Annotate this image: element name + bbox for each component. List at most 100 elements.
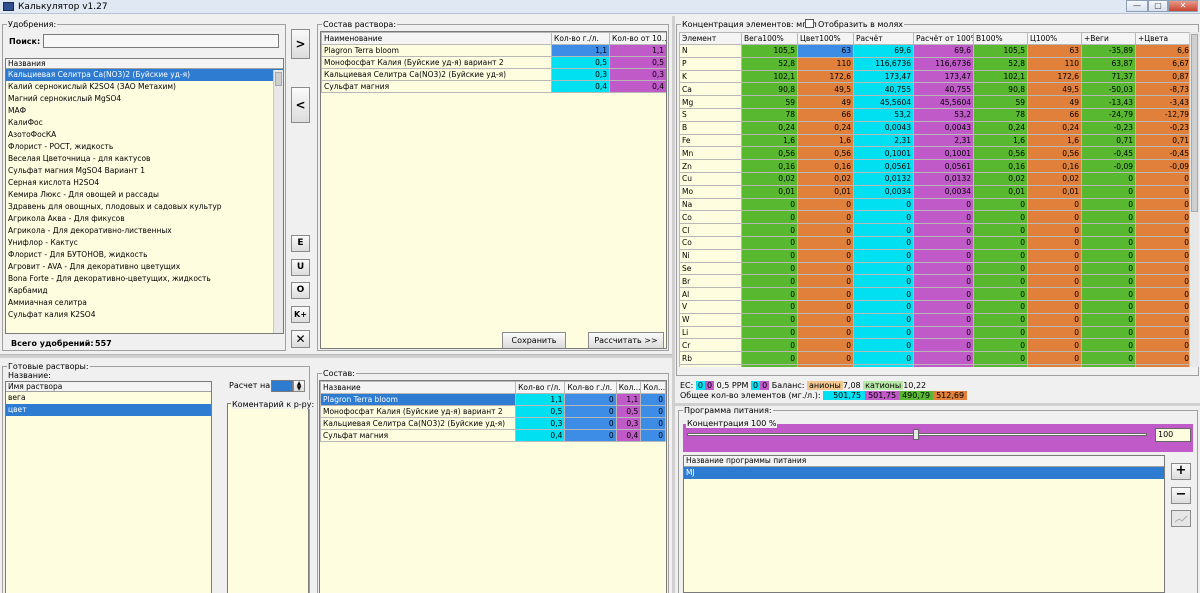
horizontal-splitter[interactable] (0, 354, 672, 358)
list-item[interactable]: МАФ (6, 105, 283, 117)
add-program-button[interactable]: + (1171, 463, 1191, 480)
table-cell[interactable]: 0,5 (609, 56, 666, 69)
table-cell: 0,24 (797, 120, 854, 135)
sostav-column-header[interactable]: Кол-во г/л. (515, 381, 566, 394)
list-item[interactable]: АзотоФосКА (6, 129, 283, 141)
u-button[interactable]: U (291, 259, 310, 276)
sostav-column-header[interactable]: Кол... (640, 381, 666, 394)
comment-box[interactable]: Коментарий к р-ру: (227, 400, 316, 593)
list-item[interactable]: Bona Forte - Для декоративно-цветущих, ж… (6, 273, 283, 285)
calc-for-input[interactable] (271, 380, 293, 392)
table-cell[interactable]: 0,3 (551, 68, 610, 81)
k-plus-button[interactable]: K+ (291, 306, 310, 323)
concentration-column-header[interactable]: +Цвета (1135, 32, 1189, 45)
table-row[interactable]: Монофосфат Калия (Буйские уд-я) вариант … (321, 56, 666, 69)
concentration-column-header[interactable]: Элемент (679, 32, 742, 45)
table-cell: -35,89 (1081, 44, 1136, 58)
concentration-column-header[interactable]: Вега100% (741, 32, 798, 45)
composition-column-header[interactable]: Кол-во от 10... (609, 32, 666, 45)
maximize-button[interactable]: ▢ (1148, 0, 1168, 12)
remove-from-solution-button[interactable]: < (291, 87, 310, 123)
save-button[interactable]: Сохранить (502, 332, 566, 348)
o-button[interactable]: O (291, 282, 310, 299)
table-row[interactable]: Сульфат магния 0,4 0,4 (321, 80, 666, 93)
fertilizers-scroll-thumb[interactable] (275, 72, 282, 86)
list-item[interactable]: Магний сернокислый MgSO4 (6, 93, 283, 105)
table-cell[interactable]: 0,5 (551, 56, 610, 69)
list-item[interactable]: MJ (684, 467, 1164, 479)
concentration-column-header[interactable]: Расчёт (853, 32, 914, 45)
e-button[interactable]: E (291, 235, 310, 252)
table-cell[interactable]: 1,1 (551, 44, 610, 57)
vertical-splitter[interactable] (672, 16, 675, 593)
sostav-column-header[interactable]: Кол-во г./л. (564, 381, 617, 394)
list-item[interactable]: Флорист - Для БУТОНОВ, жидкость (6, 249, 283, 261)
concentration-column-header[interactable]: +Веги (1081, 32, 1136, 45)
fertilizers-scrollbar[interactable] (273, 70, 283, 333)
table-row[interactable]: Plagron Terra bloom 1,1 0 1,1 0 (320, 393, 666, 406)
table-cell[interactable]: 1,1 (609, 44, 666, 57)
concentration-slider-thumb[interactable] (913, 429, 919, 440)
concentration-column-header[interactable]: В100% (973, 32, 1028, 45)
concentration-value-input[interactable]: 100 (1155, 428, 1191, 442)
remove-program-button[interactable]: − (1171, 487, 1191, 504)
concentration-scroll-thumb[interactable] (1191, 34, 1198, 212)
table-cell[interactable]: 0,3 (609, 68, 666, 81)
table-cell: Сульфат магния (320, 429, 517, 442)
list-item[interactable]: цвет (6, 404, 211, 416)
table-row[interactable]: Кальциевая Селитра Ca(NO3)2 (Буйские уд-… (320, 417, 666, 430)
concentration-column-header[interactable]: Ц100% (1027, 32, 1082, 45)
moles-checkbox[interactable] (805, 19, 814, 28)
table-cell: 0 (1027, 197, 1082, 212)
list-item[interactable]: Аммиачная селитра (6, 297, 283, 309)
composition-column-header[interactable]: Кол-во г./л. (551, 32, 610, 45)
concentration-column-header[interactable]: Цвет100% (797, 32, 854, 45)
chart-icon[interactable] (1171, 510, 1191, 527)
table-row[interactable]: Сульфат магния 0,4 0 0,4 0 (320, 429, 666, 442)
list-item[interactable]: Унифлор - Кактус (6, 237, 283, 249)
list-item[interactable]: Серная кислота H2SO4 (6, 177, 283, 189)
table-cell[interactable]: 0,4 (609, 80, 666, 93)
table-row: Li 0 0 0 0 0 0 0 0 (679, 325, 1189, 340)
close-button[interactable]: ✕ (1168, 0, 1198, 12)
table-cell: 0 (741, 363, 798, 367)
program-list-header[interactable]: Название программы питания (684, 456, 1164, 467)
search-input[interactable] (43, 34, 279, 48)
sostav-column-header[interactable]: Кол... (615, 381, 642, 394)
list-item[interactable]: Агрикола Аква - Для фикусов (6, 213, 283, 225)
list-item[interactable]: Агрикола - Для декоративно-лиственных (6, 225, 283, 237)
calc-for-spinner[interactable]: ▲ ▼ (293, 380, 305, 392)
solutions-list-header[interactable]: Имя раствора (6, 382, 211, 392)
list-item[interactable]: Сульфат калия K2SO4 (6, 309, 283, 321)
list-item[interactable]: Калий сернокислый K2SO4 (ЗАО Метахим) (6, 81, 283, 93)
table-cell: 0 (973, 312, 1028, 327)
table-cell: 0 (797, 274, 854, 289)
composition-group: Состав раствора: Наименование Кол-во г./л… (317, 20, 669, 351)
concentration-slider-track[interactable] (687, 429, 1147, 440)
list-item[interactable]: Сульфат магния MgSO4 Вариант 1 (6, 165, 283, 177)
add-to-solution-button[interactable]: > (291, 29, 310, 59)
sostav-column-header[interactable]: Название (320, 381, 517, 394)
fertilizers-list-header[interactable]: Названия (6, 59, 283, 69)
list-item[interactable]: Флорист - РОСТ, жидкость (6, 141, 283, 153)
list-item[interactable]: Агровит - AVA - Для декоративно цветущих (6, 261, 283, 273)
list-item[interactable]: Веселая Цветочница - для кактусов (6, 153, 283, 165)
table-cell[interactable]: 0,4 (551, 80, 610, 93)
minimize-button[interactable]: — (1126, 0, 1148, 12)
list-item[interactable]: Кемира Люкс - Для овощей и рассады (6, 189, 283, 201)
list-item[interactable]: КалиФос (6, 117, 283, 129)
clear-icon[interactable]: ✕ (291, 330, 310, 348)
list-item[interactable]: Кальциевая Селитра Ca(NO3)2 (Буйские уд-… (6, 69, 283, 81)
list-item[interactable]: вега (6, 392, 211, 404)
table-cell: 0,0034 (853, 184, 914, 199)
calculate-button[interactable]: Рассчитать >> (588, 332, 664, 348)
concentration-column-header[interactable]: Расчёт от 100% (913, 32, 974, 45)
table-row[interactable]: Plagron Terra bloom 1,1 1,1 (321, 44, 666, 57)
table-row[interactable]: Монофосфат Калия (Буйские уд-я) вариант … (320, 405, 666, 418)
concentration-scrollbar[interactable] (1189, 32, 1199, 367)
composition-column-header[interactable]: Наименование (321, 32, 552, 45)
table-row[interactable]: Кальциевая Селитра Ca(NO3)2 (Буйские уд-… (321, 68, 666, 81)
list-item[interactable]: Здравень для овощных, плодовых и садовых… (6, 201, 283, 213)
list-item[interactable]: Карбамид (6, 285, 283, 297)
sostav-table: Название Кол-во г/л. Кол-во г./л. Кол... Кол… (320, 381, 666, 442)
